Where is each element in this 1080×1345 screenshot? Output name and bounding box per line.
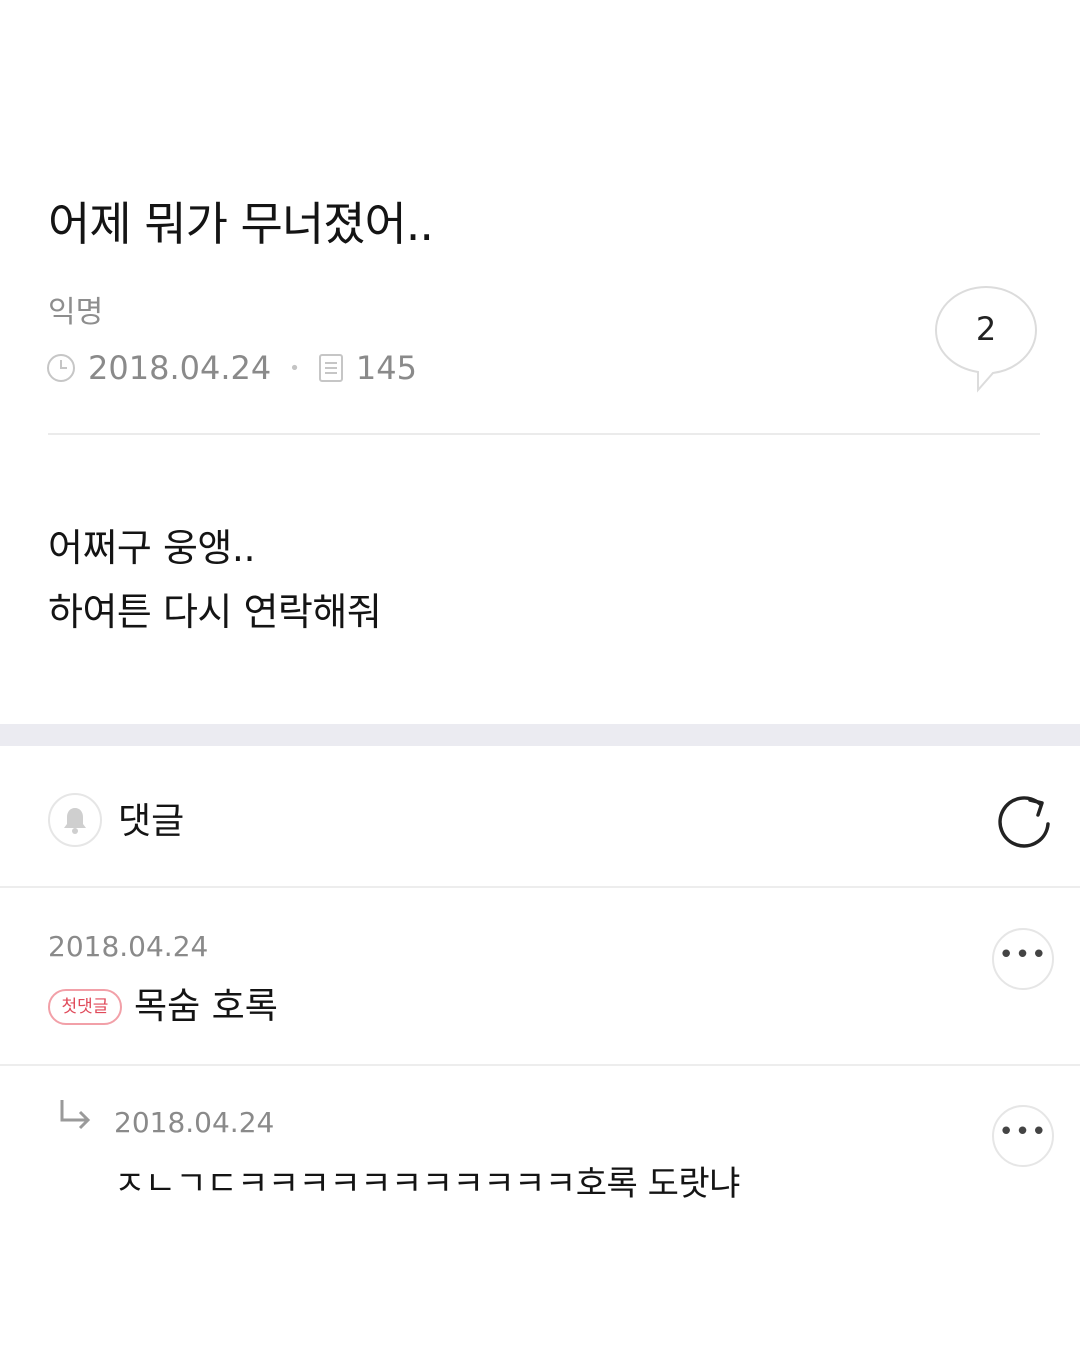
post-body-line: 어쩌구 웅앵.. <box>48 526 256 570</box>
first-comment-badge: 첫댓글 <box>48 989 122 1025</box>
reply-text: ㅈㄴㄱㄷㅋㅋㅋㅋㅋㅋㅋㅋㅋㅋㅋ호록 도랏냐 <box>114 1164 740 1204</box>
comment-more-button[interactable]: ••• <box>992 928 1054 990</box>
post-author: 익명 <box>48 295 104 330</box>
more-icon: ••• <box>998 1117 1048 1147</box>
reply-more-button[interactable]: ••• <box>992 1105 1054 1167</box>
divider <box>0 1064 1080 1066</box>
divider <box>48 433 1040 435</box>
comment-count-button[interactable]: 2 <box>930 282 1042 394</box>
more-icon: ••• <box>998 940 1048 970</box>
post-views: 145 <box>355 349 417 387</box>
post-date: 2018.04.24 <box>88 349 272 387</box>
bell-icon <box>64 808 86 834</box>
post-body: 어쩌구 웅앵.. 하여튼 다시 연락해줘 <box>48 516 382 644</box>
notification-toggle[interactable] <box>48 793 102 847</box>
clock-icon <box>47 354 75 382</box>
post-body-line: 하여튼 다시 연락해줘 <box>48 590 382 634</box>
post-title: 어제 뭐가 무너졌어.. <box>48 197 434 251</box>
comment-count: 2 <box>975 310 997 348</box>
refresh-icon[interactable] <box>992 790 1056 854</box>
document-icon <box>318 354 343 382</box>
comments-label: 댓글 <box>118 801 185 842</box>
section-divider <box>0 724 1080 746</box>
reply-arrow-icon <box>60 1100 91 1130</box>
comment-date: 2018.04.24 <box>48 930 209 963</box>
reply-date: 2018.04.24 <box>114 1106 275 1139</box>
meta-separator: • <box>289 357 300 379</box>
comment-text: 목숨 호록 <box>134 986 278 1027</box>
divider <box>0 886 1080 888</box>
post-meta: 2018.04.24 • 145 <box>46 346 417 390</box>
